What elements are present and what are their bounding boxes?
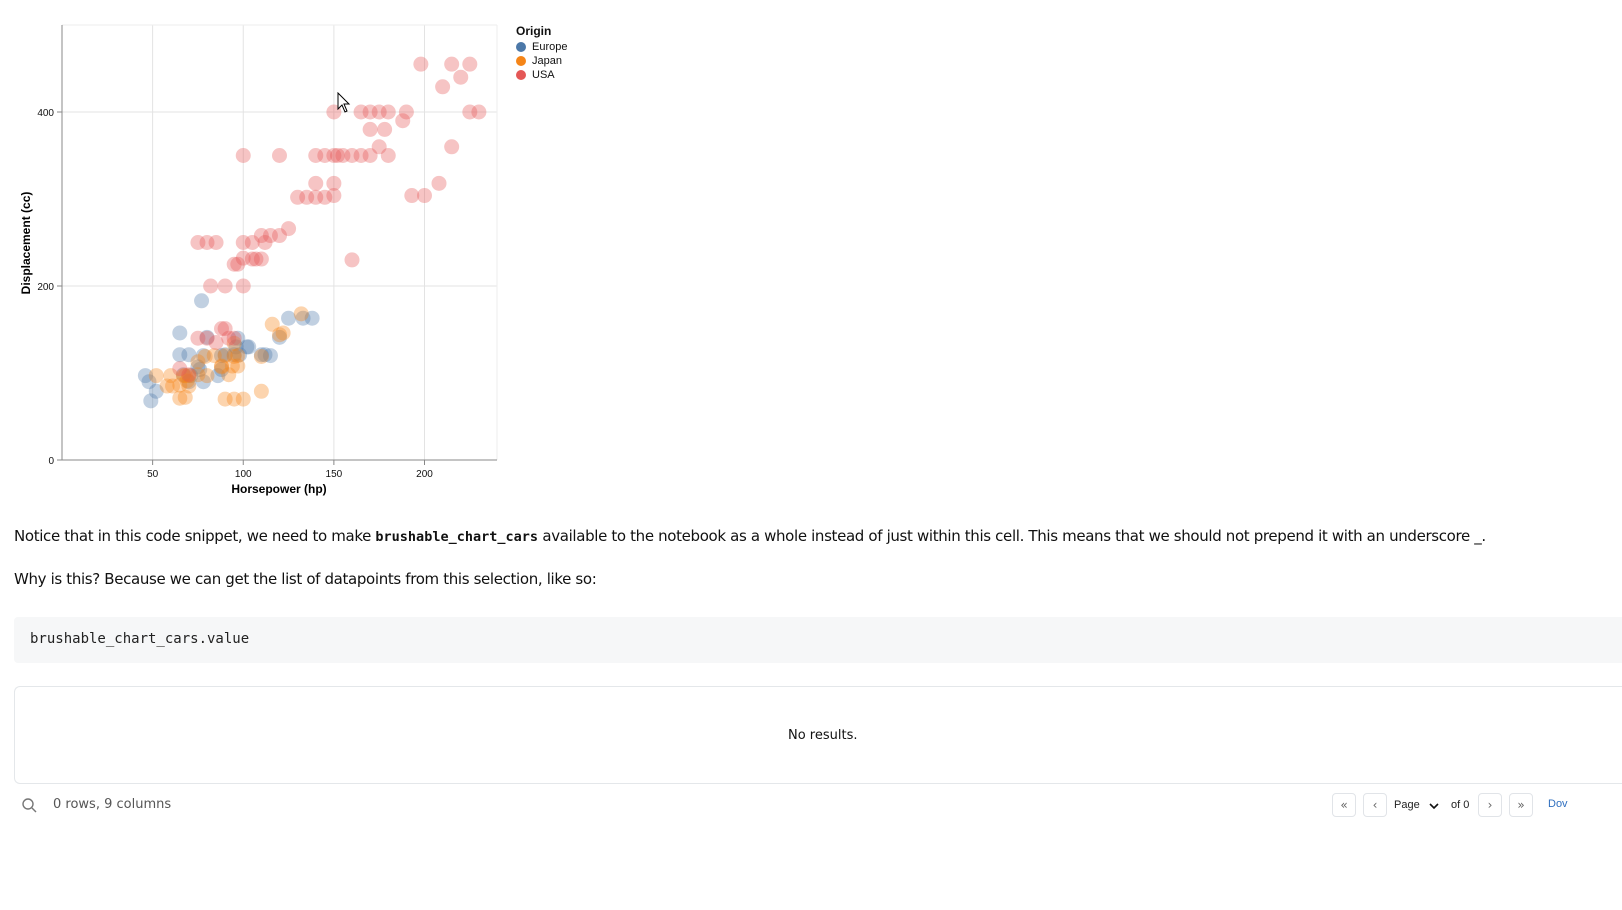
data-point-usa bbox=[431, 175, 447, 191]
code-cell[interactable]: brushable_chart_cars.value bbox=[14, 617, 1622, 663]
data-point-usa bbox=[317, 148, 333, 163]
x-tick-label: 150 bbox=[326, 469, 343, 480]
data-point-usa bbox=[362, 121, 378, 137]
data-point-usa bbox=[444, 139, 460, 155]
note-text-before: Notice that in this code snippet, we nee… bbox=[14, 527, 376, 545]
data-point-usa bbox=[217, 278, 233, 294]
legend-swatch bbox=[516, 56, 526, 66]
chevrons-left-icon: « bbox=[1340, 798, 1348, 812]
data-point-usa bbox=[377, 121, 393, 137]
rows-columns-info: 0 rows, 9 columns bbox=[53, 797, 172, 812]
data-point-usa bbox=[413, 56, 429, 72]
chevron-down-icon bbox=[1429, 803, 1439, 810]
data-point-usa bbox=[444, 56, 460, 72]
last-page-button[interactable]: » bbox=[1509, 793, 1533, 817]
y-tick-label: 400 bbox=[37, 108, 54, 119]
no-results-text: No results. bbox=[788, 728, 858, 743]
page-count: of 0 bbox=[1451, 799, 1470, 811]
data-point-usa bbox=[395, 113, 411, 129]
legend-item-usa[interactable]: USA bbox=[516, 68, 567, 82]
legend-item-japan[interactable]: Japan bbox=[516, 54, 567, 68]
data-point-usa bbox=[226, 330, 242, 346]
data-point-usa bbox=[281, 221, 297, 237]
download-link[interactable]: Dov bbox=[1548, 798, 1568, 810]
x-tick-label: 50 bbox=[147, 469, 159, 480]
x-tick-label: 100 bbox=[235, 469, 252, 480]
data-point-japan bbox=[293, 306, 309, 322]
next-page-button[interactable]: › bbox=[1478, 793, 1502, 817]
chevrons-right-icon: » bbox=[1517, 798, 1525, 812]
legend-swatch bbox=[516, 70, 526, 80]
page-select[interactable] bbox=[1423, 797, 1445, 815]
data-point-japan bbox=[235, 391, 251, 407]
y-axis-label: Displacement (cc) bbox=[19, 192, 33, 295]
data-point-usa bbox=[308, 175, 324, 191]
data-point-japan bbox=[230, 358, 246, 374]
data-point-usa bbox=[181, 367, 197, 383]
first-page-button[interactable]: « bbox=[1332, 793, 1356, 817]
y-tick-label: 200 bbox=[37, 282, 54, 293]
data-point-japan bbox=[253, 348, 269, 364]
data-point-usa bbox=[417, 188, 432, 204]
inline-code: brushable_chart_cars bbox=[375, 529, 538, 545]
page-label: Page bbox=[1394, 799, 1420, 811]
data-point-usa bbox=[235, 148, 251, 163]
data-point-usa bbox=[453, 69, 469, 85]
legend-title: Origin bbox=[516, 24, 552, 38]
data-point-usa bbox=[380, 148, 396, 163]
legend-label: USA bbox=[532, 69, 555, 81]
chart-legend: Origin Europe Japan USA bbox=[516, 24, 567, 82]
note-text-after: available to the notebook as a whole ins… bbox=[537, 527, 1486, 545]
legend-item-europe[interactable]: Europe bbox=[516, 40, 567, 54]
data-point-europe bbox=[194, 293, 210, 309]
chart-axes: 50 100 150 200 0 200 400 bbox=[37, 25, 497, 480]
data-point-japan bbox=[199, 368, 215, 384]
legend-label: Europe bbox=[532, 41, 568, 53]
legend-label: Japan bbox=[532, 55, 562, 67]
y-tick-label: 0 bbox=[48, 456, 54, 467]
paragraph-note: Notice that in this code snippet, we nee… bbox=[14, 527, 1486, 545]
x-tick-label: 200 bbox=[416, 469, 433, 480]
data-point-japan bbox=[148, 368, 164, 384]
data-point-usa bbox=[435, 79, 451, 95]
notebook-page: 50 100 150 200 0 200 400 Horsepower (hp) Displ… bbox=[0, 0, 1622, 910]
chart-points bbox=[137, 56, 487, 409]
data-point-usa bbox=[326, 188, 342, 204]
data-point-usa bbox=[190, 235, 206, 250]
data-point-japan bbox=[253, 383, 269, 399]
data-point-usa bbox=[380, 104, 396, 120]
data-point-usa bbox=[471, 104, 487, 120]
legend-items: Europe Japan USA bbox=[516, 40, 567, 82]
results-table: No results. bbox=[14, 686, 1622, 784]
paragraph-question: Why is this? Because we can get the list… bbox=[14, 570, 597, 588]
search-icon[interactable] bbox=[21, 797, 37, 813]
prev-page-button[interactable]: ‹ bbox=[1363, 793, 1387, 817]
chevron-left-icon: ‹ bbox=[1372, 798, 1378, 812]
data-point-usa bbox=[253, 251, 269, 267]
data-point-usa bbox=[235, 278, 251, 294]
data-point-usa bbox=[272, 148, 287, 163]
x-axis-label: Horsepower (hp) bbox=[231, 482, 326, 496]
data-point-usa bbox=[203, 278, 219, 294]
data-point-usa bbox=[462, 56, 478, 72]
legend-swatch bbox=[516, 42, 526, 52]
code-text[interactable]: brushable_chart_cars.value bbox=[30, 631, 249, 647]
mouse-pointer-icon bbox=[337, 92, 351, 113]
chevron-right-icon: › bbox=[1487, 798, 1493, 812]
data-point-europe bbox=[172, 325, 188, 341]
data-point-japan bbox=[275, 325, 291, 341]
data-point-usa bbox=[344, 252, 360, 268]
